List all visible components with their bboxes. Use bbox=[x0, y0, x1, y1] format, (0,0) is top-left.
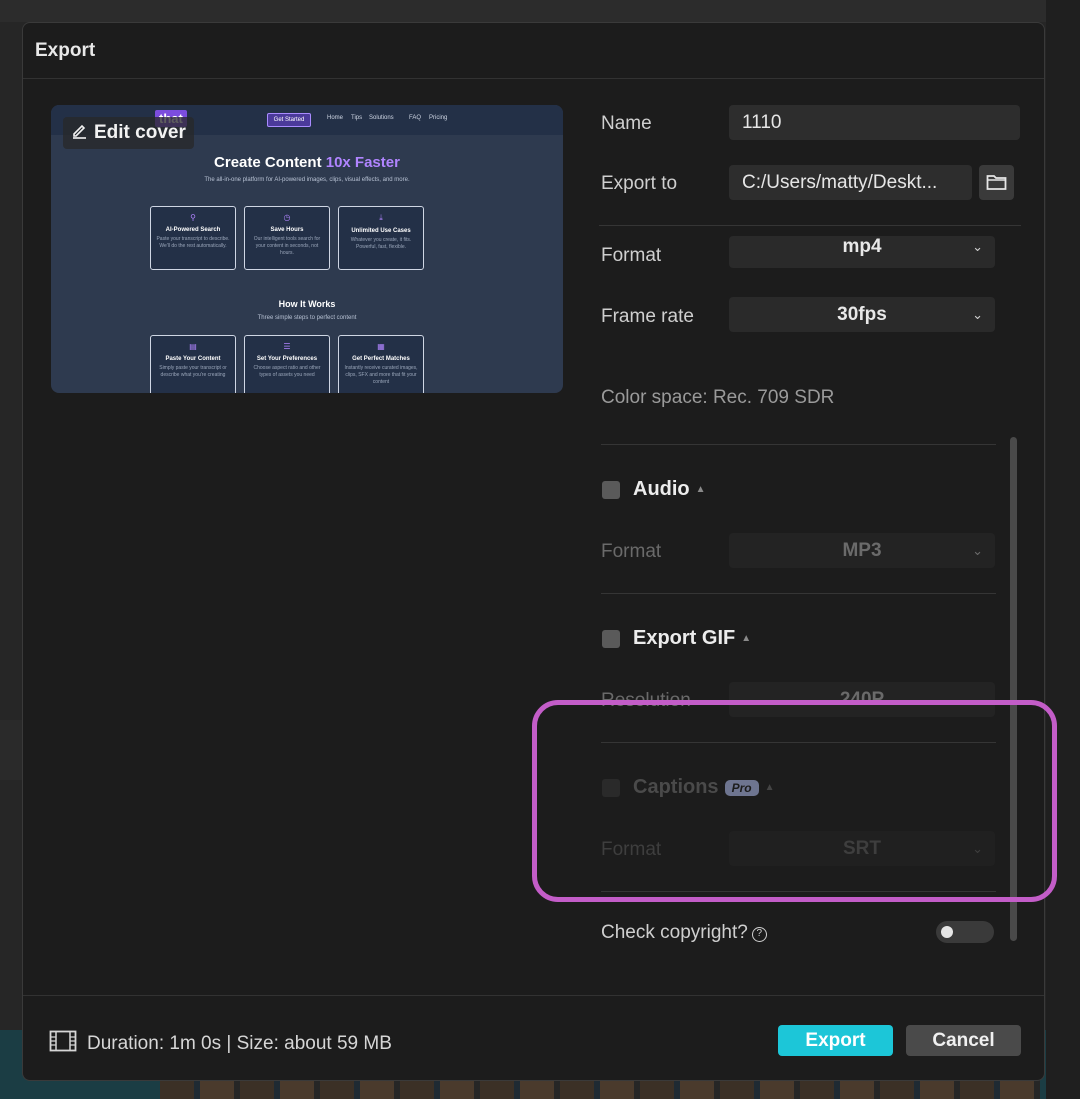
preview-section-title: How It Works bbox=[278, 299, 336, 309]
audio-checkbox[interactable] bbox=[602, 481, 620, 499]
color-space-info: Color space: Rec. 709 SDR bbox=[601, 387, 835, 408]
divider bbox=[601, 444, 996, 445]
name-input[interactable]: 1110 bbox=[729, 105, 1020, 140]
audio-format-select[interactable]: MP3 ⌄ bbox=[729, 533, 995, 568]
film-icon bbox=[49, 1030, 77, 1058]
duration-info: Duration: 1m 0s | Size: about 59 MB bbox=[49, 1030, 392, 1058]
folder-icon bbox=[986, 173, 1007, 196]
export-to-label: Export to bbox=[601, 173, 678, 194]
format-select[interactable]: mp4 ⌄ bbox=[729, 236, 995, 268]
preview-nav-link: Solutions bbox=[369, 115, 394, 121]
cover-preview[interactable]: that Get Started Home Tips Solutions FAQ… bbox=[51, 105, 563, 393]
preview-feature-card: ⤓ Unlimited Use Cases Whatever you creat… bbox=[338, 206, 424, 270]
app-backdrop-top bbox=[0, 0, 1080, 22]
export-dialog: Export that Get Started Home Tips Soluti… bbox=[22, 22, 1045, 1081]
frame-rate-label: Frame rate bbox=[601, 306, 694, 327]
edit-cover-label: Edit cover bbox=[94, 122, 186, 143]
duration-text: Duration: 1m 0s | Size: about 59 MB bbox=[87, 1033, 392, 1054]
export-gif-checkbox[interactable] bbox=[602, 630, 620, 648]
name-label: Name bbox=[601, 113, 652, 134]
frame-rate-select[interactable]: 30fps ⌄ bbox=[729, 297, 995, 332]
divider bbox=[599, 225, 1021, 226]
chevron-down-icon: ⌄ bbox=[972, 239, 983, 254]
preview-nav-link: Home bbox=[327, 115, 344, 121]
clock-icon: ◷ bbox=[283, 213, 291, 222]
check-copyright-toggle[interactable] bbox=[936, 921, 994, 943]
preview-nav-link: FAQ bbox=[409, 115, 422, 121]
cancel-button[interactable]: Cancel bbox=[906, 1025, 1021, 1056]
preview-feature-card: ◷ Save Hours Our intelligent tools searc… bbox=[244, 206, 330, 270]
preview-feature-card: ⚲ AI-Powered Search Paste your transcrip… bbox=[150, 206, 236, 270]
download-icon: ⤓ bbox=[379, 213, 383, 222]
preview-subline: The all-in-one platform for AI-powered i… bbox=[204, 177, 410, 183]
dialog-title: Export bbox=[23, 23, 1044, 79]
browse-folder-button[interactable] bbox=[979, 165, 1014, 200]
divider bbox=[601, 593, 996, 594]
chevron-down-icon: ⌄ bbox=[972, 307, 983, 322]
audio-section-title[interactable]: Audio ▲ bbox=[633, 478, 706, 501]
export-path-input[interactable]: C:/Users/matty/Deskt... bbox=[729, 165, 972, 200]
timeline-thumbnails bbox=[160, 1078, 1040, 1099]
caret-up-icon: ▲ bbox=[695, 484, 706, 495]
edit-cover-button[interactable]: Edit cover bbox=[63, 117, 194, 149]
preview-nav-link: Tips bbox=[351, 115, 363, 121]
audio-format-label: Format bbox=[601, 541, 662, 562]
sliders-icon: ☰ bbox=[283, 342, 291, 351]
preview-nav-button: Get Started bbox=[267, 113, 311, 127]
captions-highlight-annotation bbox=[532, 700, 1057, 902]
format-label: Format bbox=[601, 245, 662, 266]
check-copyright-label: Check copyright?? bbox=[601, 922, 767, 944]
document-icon: ▤ bbox=[189, 342, 197, 351]
preview-step-card: ☰ Set Your Preferences Choose aspect rat… bbox=[244, 335, 330, 393]
preview-step-card: ▤ Paste Your Content Simply paste your t… bbox=[150, 335, 236, 393]
app-backdrop-left bbox=[0, 720, 22, 780]
preview-step-card: ▦ Get Perfect Matches Instantly receive … bbox=[338, 335, 424, 393]
footer-divider bbox=[23, 995, 1044, 996]
help-icon: ? bbox=[751, 927, 767, 942]
toggle-knob bbox=[941, 926, 953, 938]
export-button[interactable]: Export bbox=[778, 1025, 893, 1056]
preview-section-sub: Three simple steps to perfect content bbox=[257, 315, 357, 321]
preview-headline: Create Content 10x Faster bbox=[214, 154, 400, 171]
preview-nav-link: Pricing bbox=[429, 115, 448, 121]
pencil-icon bbox=[71, 122, 88, 145]
export-gif-section-title[interactable]: Export GIF ▲ bbox=[633, 627, 751, 650]
caret-up-icon: ▲ bbox=[741, 633, 752, 644]
search-icon: ⚲ bbox=[190, 213, 196, 222]
app-backdrop-right bbox=[1046, 0, 1080, 1099]
chevron-down-icon: ⌄ bbox=[972, 543, 983, 558]
image-icon: ▦ bbox=[377, 342, 385, 351]
